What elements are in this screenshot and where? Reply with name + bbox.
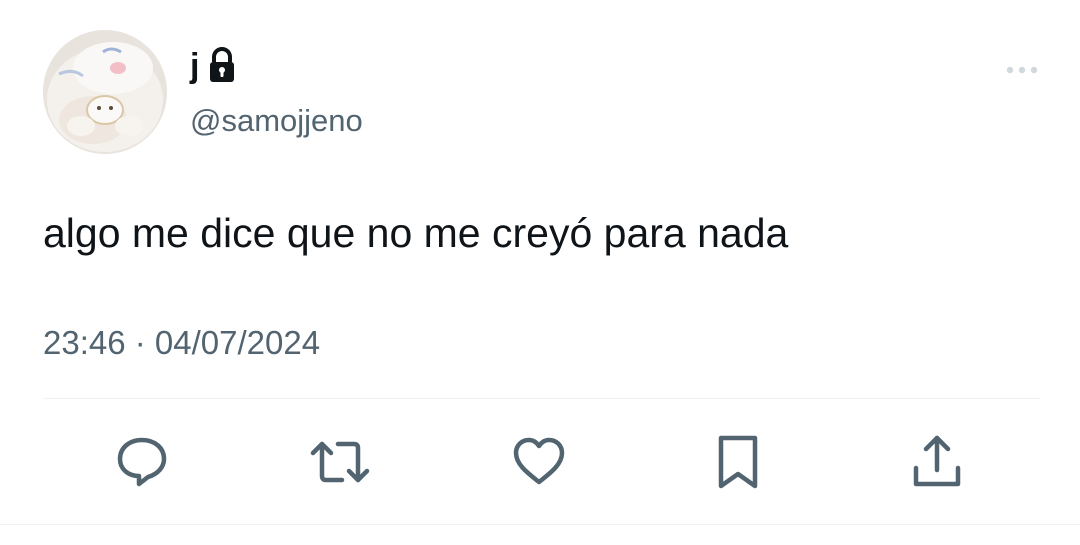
lock-icon bbox=[207, 46, 237, 86]
bookmark-button[interactable] bbox=[706, 430, 770, 494]
avatar[interactable] bbox=[43, 30, 167, 154]
divider bbox=[43, 398, 1040, 399]
tweet-card: j @samojjeno algo me dice que no me crey… bbox=[0, 0, 1080, 545]
reply-icon bbox=[117, 437, 167, 487]
action-bar bbox=[0, 430, 1080, 494]
display-name-row[interactable]: j bbox=[190, 44, 237, 88]
retweet-icon bbox=[310, 441, 370, 483]
avatar-image bbox=[43, 30, 167, 154]
bottom-divider bbox=[0, 524, 1080, 525]
user-handle[interactable]: @samojjeno bbox=[190, 101, 363, 141]
reply-button[interactable] bbox=[110, 430, 174, 494]
like-button[interactable] bbox=[507, 430, 571, 494]
tweet-timestamp[interactable]: 23:46 · 04/07/2024 bbox=[43, 322, 320, 364]
bookmark-icon bbox=[718, 435, 758, 489]
retweet-button[interactable] bbox=[308, 430, 372, 494]
share-icon bbox=[913, 435, 961, 487]
share-button[interactable] bbox=[905, 430, 969, 494]
tweet-text: algo me dice que no me creyó para nada bbox=[43, 210, 789, 256]
more-options-icon[interactable] bbox=[1000, 58, 1044, 82]
display-name[interactable]: j bbox=[190, 44, 199, 88]
heart-icon bbox=[513, 437, 565, 485]
